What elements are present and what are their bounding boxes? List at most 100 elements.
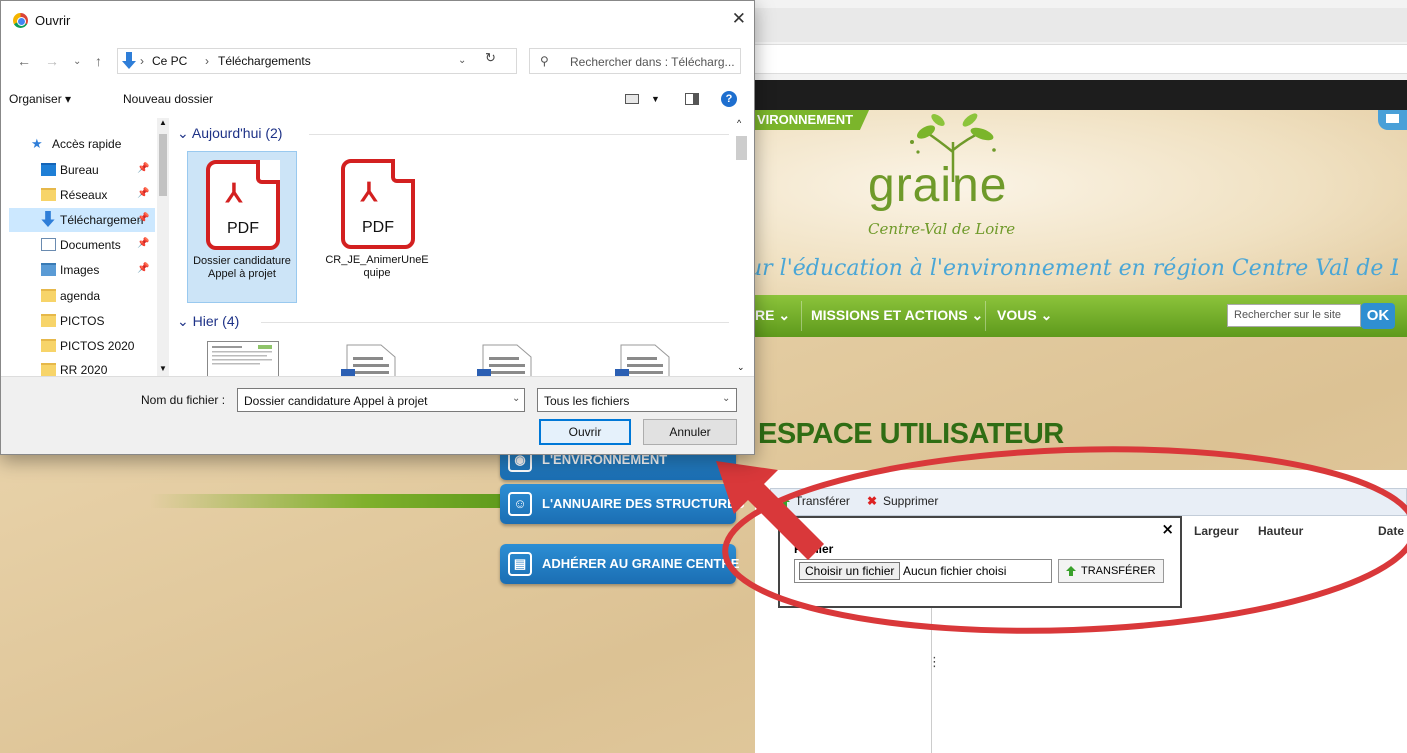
choose-file-button[interactable]: Choisir un fichier xyxy=(799,562,901,580)
pin-icon[interactable]: 📌 xyxy=(137,188,149,199)
scrollbar-thumb[interactable] xyxy=(736,136,747,160)
preview-pane-icon[interactable] xyxy=(685,93,699,105)
chevron-down-icon[interactable]: ⌄ xyxy=(512,393,520,404)
mail-icon[interactable] xyxy=(1378,110,1407,130)
scroll-down-icon[interactable]: ⌄ xyxy=(737,362,745,373)
column-height[interactable]: Hauteur xyxy=(1258,524,1303,538)
view-options-icon[interactable] xyxy=(625,94,639,104)
group-divider xyxy=(309,134,729,135)
filetype-select[interactable]: Tous les fichiers ⌄ xyxy=(537,388,737,412)
group-today[interactable]: ⌄ Aujourd'hui (2) xyxy=(177,125,282,142)
chrome-icon xyxy=(13,13,28,28)
scroll-up-icon[interactable]: ▲ xyxy=(159,118,167,127)
delete-button[interactable]: Supprimer xyxy=(883,494,938,508)
sidebar-item-label: PICTOS xyxy=(60,314,105,328)
breadcrumb-downloads[interactable]: Téléchargements xyxy=(218,54,311,68)
sidebar-item-quick-access[interactable]: ★ Accès rapide xyxy=(9,132,155,156)
file-item-cr-je-animer[interactable]: ⅄ PDF CR_JE_AnimerUneEquipe xyxy=(323,151,433,303)
decorative-green-rule xyxy=(150,494,510,508)
file-item-dossier-candidature[interactable]: ⅄ PDF Dossier candidature Appel à projet xyxy=(187,151,297,303)
join-button[interactable]: ▤ ADHÉRER AU GRAINE CENTRE xyxy=(500,544,740,584)
sidebar-item-downloads[interactable]: Téléchargements 📌 xyxy=(9,208,155,232)
document-thumbnail-icon xyxy=(212,345,272,365)
browser-tab-strip xyxy=(755,8,1407,42)
breadcrumb[interactable]: › Ce PC › Téléchargements ⌄ xyxy=(117,48,517,74)
scrollbar-thumb[interactable] xyxy=(159,134,167,196)
navigation-scrollbar[interactable]: ▲ ▼ xyxy=(157,118,169,378)
file-manager-toolbar: Transférer ✖ Supprimer xyxy=(770,488,1407,516)
join-button-label: ADHÉRER AU GRAINE CENTRE xyxy=(542,556,740,571)
group-divider xyxy=(261,322,729,323)
group-yesterday[interactable]: ⌄ Hier (4) xyxy=(177,313,239,330)
chevron-down-icon[interactable]: ⌄ xyxy=(722,393,730,404)
column-date[interactable]: Date xyxy=(1378,524,1404,538)
nav-item-missions[interactable]: MISSIONS ET ACTIONS ⌄ xyxy=(811,295,983,337)
site-logo[interactable]: graine xyxy=(868,160,1007,212)
sidebar-item-label: Téléchargements xyxy=(60,213,144,227)
file-thumbnail[interactable] xyxy=(207,341,279,378)
sidebar-item-desktop[interactable]: Bureau 📌 xyxy=(9,158,155,182)
file-type-label: PDF xyxy=(362,219,394,236)
document-icon: ▤ xyxy=(508,552,532,576)
document-icon[interactable] xyxy=(475,343,535,378)
sidebar-item-agenda[interactable]: agenda xyxy=(9,284,155,308)
sidebar-item-label: PICTOS 2020 xyxy=(60,339,135,353)
site-search-button[interactable]: OK xyxy=(1361,303,1395,329)
chevron-down-icon[interactable]: ▼ xyxy=(651,94,660,104)
breadcrumb-separator: › xyxy=(205,54,209,68)
pin-icon[interactable]: 📌 xyxy=(137,163,149,174)
open-button[interactable]: Ouvrir xyxy=(539,419,631,445)
content-scrollbar[interactable]: ^ ⌄ xyxy=(735,118,749,378)
open-file-dialog: Ouvrir ✕ ← → ⌄ ↑ › Ce PC › Téléchargemen… xyxy=(0,0,755,455)
sidebar-item-pictos[interactable]: PICTOS xyxy=(9,309,155,333)
browser-address-bar[interactable] xyxy=(755,44,1407,74)
delete-icon[interactable]: ✖ xyxy=(867,494,877,508)
sidebar-item-label: Réseaux xyxy=(60,188,108,202)
breadcrumb-this-pc[interactable]: Ce PC xyxy=(152,54,187,68)
up-arrow-icon[interactable]: ↑ xyxy=(95,53,102,69)
sidebar-item-label: RR 2020 xyxy=(60,363,108,377)
nav-item-partial[interactable]: RE ⌄ xyxy=(755,295,790,337)
directory-button[interactable]: ☺ L'ANNUAIRE DES STRUCTURES xyxy=(500,484,744,524)
file-list: ⌄ Aujourd'hui (2) ⅄ PDF Dossier candidat… xyxy=(169,118,749,378)
help-icon[interactable]: ? xyxy=(721,91,737,107)
resize-handle[interactable]: ⋮ xyxy=(928,655,941,670)
refresh-icon[interactable]: ↻ xyxy=(485,50,496,66)
sidebar-item-images[interactable]: Images 📌 xyxy=(9,258,155,282)
site-search-input[interactable]: Rechercher sur le site xyxy=(1227,304,1361,327)
document-icon[interactable] xyxy=(613,343,673,378)
new-folder-button[interactable]: Nouveau dossier xyxy=(123,92,213,106)
cancel-button[interactable]: Annuler xyxy=(643,419,737,445)
transfer-button[interactable]: Transférer xyxy=(795,494,850,508)
document-icon[interactable] xyxy=(339,343,399,378)
pin-icon[interactable]: 📌 xyxy=(137,238,149,249)
sidebar-item-networks[interactable]: Réseaux 📌 xyxy=(9,183,155,207)
chevron-down-icon[interactable]: ⌄ xyxy=(458,55,466,66)
dialog-titlebar[interactable]: Ouvrir ✕ xyxy=(1,1,754,41)
upload-button[interactable]: TRANSFÉRER xyxy=(1058,559,1164,583)
upload-button-label: TRANSFÉRER xyxy=(1081,565,1156,577)
pin-icon[interactable]: 📌 xyxy=(137,263,149,274)
download-folder-icon xyxy=(41,211,55,228)
back-arrow-icon[interactable]: ← xyxy=(17,53,31,69)
filename-input[interactable]: Dossier candidature Appel à projet ⌄ xyxy=(237,388,525,412)
scroll-up-icon[interactable]: ^ xyxy=(737,118,741,128)
sidebar-item-label: Images xyxy=(60,263,100,277)
column-width[interactable]: Largeur xyxy=(1194,524,1239,538)
images-icon xyxy=(41,263,56,276)
close-icon[interactable]: × xyxy=(1161,520,1174,538)
sidebar-item-rr-2020[interactable]: RR 2020 xyxy=(9,358,155,378)
recent-dropdown-icon[interactable]: ⌄ xyxy=(73,56,81,67)
screen: VIRONNEMENT graine Centre-Val de Loire u… xyxy=(0,0,1407,753)
pin-icon[interactable]: 📌 xyxy=(137,213,149,224)
environment-tab[interactable]: VIRONNEMENT xyxy=(755,110,870,130)
sidebar-item-pictos-2020[interactable]: PICTOS 2020 xyxy=(9,334,155,358)
close-icon[interactable]: ✕ xyxy=(732,9,746,29)
organize-button[interactable]: Organiser ▾ xyxy=(9,92,71,106)
nav-item-vous[interactable]: VOUS ⌄ xyxy=(997,295,1052,337)
file-input[interactable]: Choisir un fichier Aucun fichier choisi xyxy=(794,559,1052,583)
forward-arrow-icon[interactable]: → xyxy=(45,53,59,69)
search-input[interactable]: ⚲ Rechercher dans : Télécharg... xyxy=(529,48,741,74)
sidebar-item-documents[interactable]: Documents 📌 xyxy=(9,233,155,257)
scroll-down-icon[interactable]: ▼ xyxy=(159,364,167,373)
